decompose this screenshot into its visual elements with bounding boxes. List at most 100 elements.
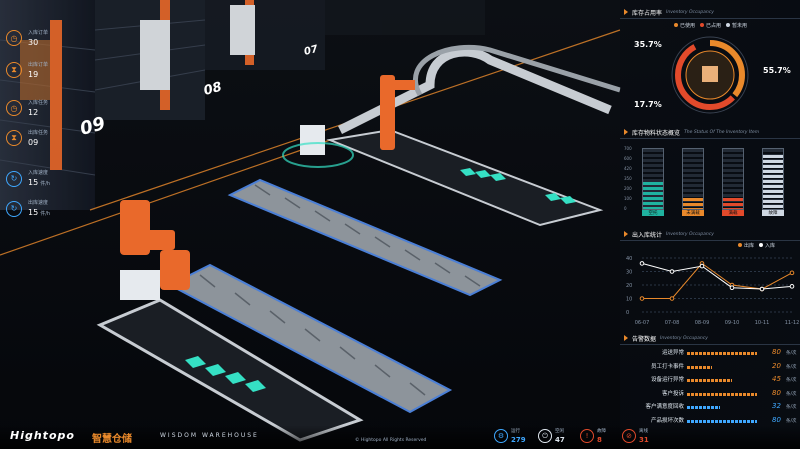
alarm-bar — [687, 379, 733, 382]
occupancy-value-b: 55.7% — [763, 66, 791, 75]
y-tick-label: 40 — [626, 256, 632, 262]
legend-item: 已占用 — [700, 22, 721, 29]
section-subtitle: Inventory Occupancy — [666, 231, 714, 237]
inventory-bar-label: 未满载 — [682, 210, 704, 216]
alarm-value: 45 — [772, 375, 781, 383]
stat-label: 空闲 — [555, 429, 564, 434]
section-title: 告警数据 — [632, 335, 657, 343]
y-tick-label: 0 — [624, 206, 627, 211]
y-tick-label: 0 — [626, 310, 629, 316]
clock-icon: ◷ — [6, 100, 22, 116]
y-tick-label: 10 — [626, 297, 632, 303]
legend-label: 已占用 — [706, 23, 722, 29]
device-running-stat: ⚙ 运行 279 — [494, 428, 526, 444]
inventory-bar — [642, 148, 664, 210]
alarm-unit: 条/次 — [786, 418, 797, 424]
io-line-chart: 40 30 20 10 0 06-07 07-08 08-09 09-10 10-11 11-12 — [626, 256, 800, 326]
section-marker-icon — [624, 9, 628, 15]
warning-icon: ! — [580, 429, 594, 443]
inventory-bar — [682, 148, 704, 210]
stat-inbound-speed: ↻ 入库速度 15 件/h — [6, 168, 50, 189]
stat-label: 出库任务 — [28, 130, 49, 136]
legend-label: 出库 — [744, 243, 755, 249]
occupancy-ring-chart — [671, 36, 749, 114]
occupancy-value-c: 17.7% — [634, 100, 662, 109]
alarm-row: 员工打卡事件 20 条/次 — [620, 362, 800, 374]
alarm-value: 80 — [772, 388, 781, 397]
alarm-row: 设备运行异常 45 条/次 — [620, 375, 800, 387]
stat-inbound-orders: ◷ 入库订单 30 — [6, 28, 48, 48]
data-point — [669, 296, 675, 301]
alarm-bar — [687, 392, 757, 396]
alarm-name: 产品损坏次数 — [650, 417, 684, 424]
hourglass-icon: ⧗ — [6, 62, 22, 78]
clock-icon: ◷ — [6, 30, 22, 46]
hourglass-icon: ⧗ — [6, 130, 22, 146]
stat-unit: 件/h — [40, 211, 51, 217]
inventory-header: 库存物料状态概览 The Status Of The Inventory Ite… — [620, 126, 800, 139]
stat-label: 入库订单 — [28, 30, 49, 36]
x-tick-label: 09-10 — [725, 320, 740, 326]
y-tick-label: 200 — [624, 186, 632, 191]
x-tick-label: 08-09 — [695, 320, 710, 326]
stat-value: 31 — [639, 436, 649, 444]
alarm-name: 设备运行异常 — [650, 377, 684, 383]
inventory-bar-fill — [683, 198, 703, 209]
stat-label: 入库速度 — [28, 170, 49, 176]
stat-value: 09 — [28, 138, 39, 147]
legend-item: 入库 — [759, 242, 775, 249]
alarm-unit: 条/次 — [786, 405, 797, 410]
stat-value: 12 — [28, 108, 39, 117]
legend-label: 已使用 — [680, 23, 696, 29]
x-tick-label: 06-07 — [635, 320, 650, 326]
stat-outbound-tasks: ⧗ 出库任务 09 — [6, 128, 48, 148]
alarm-name: 客户投诉 — [661, 390, 684, 397]
stat-label: 出库订单 — [28, 62, 49, 68]
y-tick-label: 420 — [624, 166, 632, 171]
x-tick-label: 07-08 — [665, 320, 680, 326]
data-point — [789, 284, 795, 289]
section-marker-icon — [624, 335, 628, 341]
section-title: 库存物料状态概览 — [632, 129, 681, 137]
section-title: 出入库统计 — [632, 231, 663, 239]
alarm-name: 运送异常 — [661, 350, 684, 356]
block-icon: ⊘ — [622, 429, 636, 443]
alarm-value: 20 — [772, 361, 781, 370]
stat-value: 30 — [28, 38, 39, 47]
brand-title: 智慧仓储 — [92, 434, 132, 445]
stat-value: 279 — [511, 436, 526, 444]
device-fault-stat: ! 故障 8 — [580, 428, 606, 444]
legend-item: 出库 — [738, 242, 754, 249]
series-line — [642, 262, 793, 299]
alarm-unit: 条/次 — [786, 351, 797, 356]
stat-value: 8 — [597, 436, 602, 444]
data-point — [759, 286, 765, 292]
stat-inbound-tasks: ◷ 入库任务 12 — [6, 98, 48, 118]
stat-value: 15 — [28, 208, 39, 217]
alarm-row: 客户投诉 80 条/次 — [620, 389, 800, 401]
section-subtitle: The Status Of The Inventory Item — [684, 129, 760, 135]
section-subtitle: Inventory Occupancy — [666, 9, 714, 15]
alarm-bar — [687, 406, 720, 409]
stat-label: 出库速度 — [28, 200, 49, 206]
gear-icon: ⚙ — [494, 429, 508, 443]
alarm-unit: 条/次 — [786, 391, 797, 397]
io-legend: 出库 入库 — [738, 242, 775, 249]
y-tick-label: 350 — [624, 176, 632, 181]
right-dashboard-panel: 库存占用率 Inventory Occupancy 已使用 已占用 暂未用 35… — [620, 0, 800, 449]
x-tick-label: 11-12 — [785, 320, 800, 326]
stat-label: 离线 — [639, 429, 648, 434]
power-icon: ⏻ — [538, 429, 552, 443]
y-tick-label: 20 — [626, 283, 632, 289]
inventory-bar — [762, 148, 784, 210]
stat-outbound-speed: ↻ 出库速度 15 件/h — [6, 198, 50, 219]
y-tick-label: 700 — [624, 146, 632, 151]
alarm-name: 员工打卡事件 — [650, 363, 684, 370]
legend-dot-icon — [726, 23, 731, 27]
data-point — [639, 261, 645, 266]
section-marker-icon — [624, 129, 628, 135]
legend-label: 入库 — [765, 243, 776, 249]
inventory-bar-label: 空托 — [642, 210, 664, 216]
data-point — [729, 285, 735, 291]
stat-value: 47 — [555, 436, 565, 444]
